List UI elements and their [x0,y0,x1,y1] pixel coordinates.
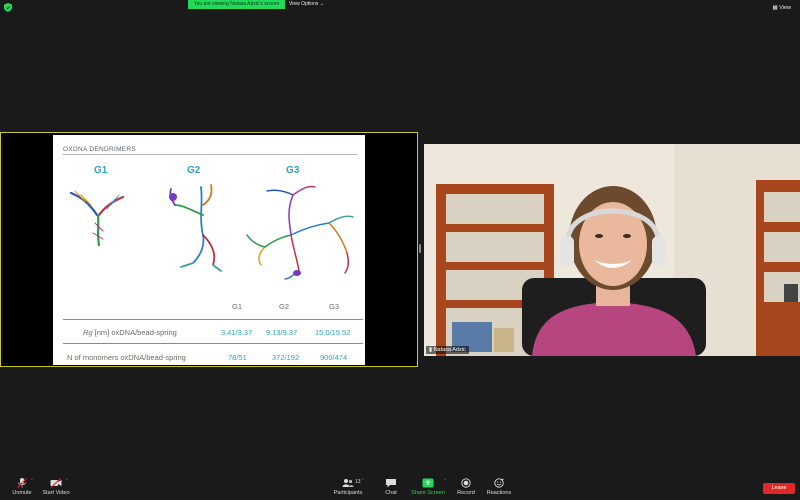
table-cell-monomers-g1: 78/51 [228,353,247,362]
participants-count: 13 [355,479,361,485]
start-video-button[interactable]: Start Video [36,478,76,500]
participants-options-caret-icon[interactable]: ˆ [362,479,364,485]
video-options-caret-icon[interactable]: ˆ [66,479,68,485]
participants-label: Participants [333,490,363,496]
participant-video-tile[interactable] [424,144,800,356]
leave-button[interactable]: Leave [763,483,795,494]
table-row-label-monomers: N of monomers oxDNA/bead-spring [67,353,186,362]
grid-view-icon: ▦ [772,5,778,11]
webcam-feed-image [424,144,800,356]
view-options-label: View Options [289,1,319,7]
table-column-header-g1: G1 [232,302,243,311]
rg-symbol: Rg [83,328,93,337]
reactions-label: Reactions [486,490,512,496]
dendrimer-structures-illustration [69,184,354,280]
table-cell-monomers-g2: 372/192 [272,353,300,362]
start-video-label: Start Video [42,490,70,496]
chat-button[interactable]: Chat [371,478,411,500]
share-screen-label: Share Screen [411,490,445,496]
rg-label-text: [nm] oxDNA/bead-spring [92,328,177,337]
zoom-meeting-window: You are viewing Natasa Adzic's screen Vi… [0,0,800,500]
table-cell-rg-g2: 9.13/9.37 [266,328,298,337]
meeting-toolbar: Unmute ˆ Start Video ˆ Participants 13 ˆ [0,476,800,500]
shared-screen: OXDNA DENDRIMERS G1 G2 G3 G1 G2 G3 Rg [n… [0,132,418,367]
split-view-handle[interactable] [419,244,421,253]
chevron-down-icon: ⌄ [319,1,324,7]
table-row-label-rg: Rg [nm] oxDNA/bead-spring [83,328,177,337]
table-column-header-g2: G2 [279,302,290,311]
participants-icon [342,479,354,487]
reactions-button[interactable]: Reactions [479,478,519,500]
chat-icon [386,479,396,488]
view-button-label: View [779,5,791,11]
participant-name-label: ▮ Natasa Adzic [426,346,469,354]
view-button[interactable]: ▦ View [769,3,794,13]
view-options-menu[interactable]: View Options ⌄ [289,0,324,9]
record-icon [461,478,471,488]
table-column-header-g3: G3 [329,302,340,311]
viewing-screen-badge: You are viewing Natasa Adzic's screen [188,0,285,9]
reactions-emoji-icon [494,478,504,488]
dendrimer-g2-image [169,184,222,272]
table-cell-monomers-g3: 900/474 [320,353,348,362]
chat-label: Chat [385,490,397,496]
table-cell-rg-g3: 15.0/15.52 [315,328,351,337]
security-shield-icon[interactable] [4,3,12,12]
presentation-slide: OXDNA DENDRIMERS G1 G2 G3 G1 G2 G3 Rg [n… [53,135,365,365]
video-off-icon [50,478,62,488]
dendrimer-g3-image [246,185,354,280]
dendrimer-g1-image [69,190,125,247]
table-divider [63,343,363,344]
share-screen-button[interactable]: Share Screen [408,478,448,500]
slide-title-divider [63,154,357,155]
microphone-muted-icon [17,478,27,488]
participant-name: Natasa Adzic [433,347,466,353]
slide-title: OXDNA DENDRIMERS [63,146,137,153]
table-cell-rg-g1: 3.41/3.37 [221,328,253,337]
signal-bars-icon: ▮ [429,347,433,353]
table-divider [63,319,363,320]
audio-options-caret-icon[interactable]: ˆ [31,479,33,485]
share-screen-icon [422,478,434,488]
